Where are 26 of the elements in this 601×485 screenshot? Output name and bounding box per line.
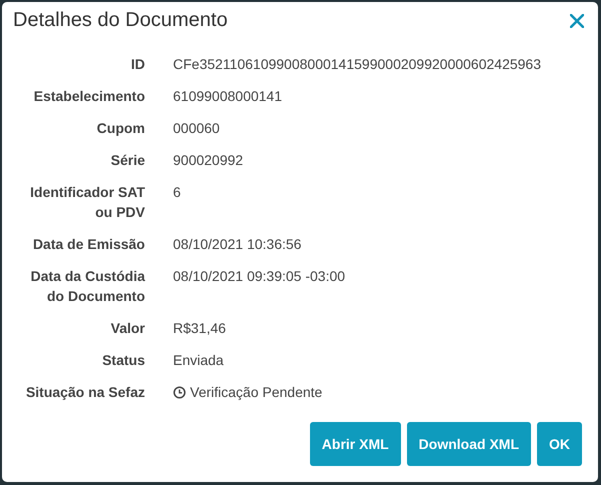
close-icon[interactable] <box>570 14 584 28</box>
dialog-button[interactable]: Abrir XML <box>310 422 401 466</box>
dialog-button[interactable]: Download XML <box>406 422 531 466</box>
field-value: 61099008000141 <box>173 87 282 106</box>
field-label: Série <box>110 151 145 170</box>
field-value: Enviada <box>173 351 224 370</box>
field-value: 900020992 <box>173 151 244 170</box>
field-label: Status <box>101 351 145 370</box>
field-value: CFe35211061099008000141599000209920000602425963 <box>173 55 541 74</box>
field-value: 08/10/2021 09:39:05 -03:00 <box>173 267 346 286</box>
field-value: 08/10/2021 10:36:56 <box>173 235 302 254</box>
field-value: 000060 <box>173 119 220 138</box>
field-label: Data de Emissão <box>32 235 145 254</box>
field-label: Identificador SAT ou PDV <box>29 183 145 222</box>
field-label: Estabelecimento <box>32 87 145 106</box>
dialog-button[interactable]: OK <box>537 422 582 466</box>
field-label: ID <box>130 55 145 74</box>
field-value: R$31,46 <box>173 319 226 338</box>
clock-icon <box>173 386 186 398</box>
field-label: Valor <box>110 319 145 338</box>
field-value: 6 <box>173 183 181 202</box>
field-label: Cupom <box>96 119 145 138</box>
dialog-title: Detalhes do Documento <box>13 8 228 32</box>
field-label: Situação na Sefaz <box>24 383 145 402</box>
field-value: Verificação Pendente <box>190 383 322 402</box>
field-label: Data da Custódia do Documento <box>30 267 145 306</box>
